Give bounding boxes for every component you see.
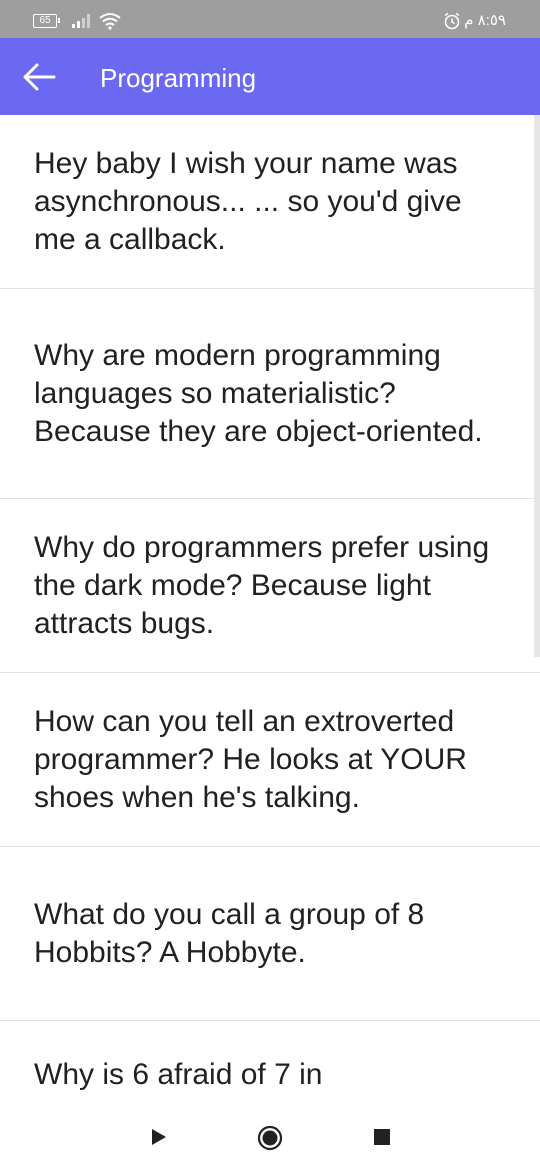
list-item[interactable]: Why do programmers prefer using the dark…: [0, 499, 540, 673]
joke-text: Why do programmers prefer using the dark…: [34, 530, 490, 640]
status-bar: 65 ٨:٥٩ م: [0, 0, 540, 38]
arrow-left-icon[interactable]: [20, 58, 58, 96]
joke-text: Why is 6 afraid of 7 in: [34, 1058, 323, 1091]
joke-text: Why are modern programming languages so …: [34, 338, 483, 448]
battery-icon: 65: [33, 14, 60, 28]
joke-text: How can you tell an extroverted programm…: [34, 704, 467, 814]
back-triangle-icon[interactable]: [150, 1128, 168, 1146]
list-item[interactable]: How can you tell an extroverted programm…: [0, 673, 540, 847]
app-bar: Programming: [0, 38, 540, 115]
status-time: ٨:٥٩ م: [464, 12, 506, 29]
home-circle-icon[interactable]: [257, 1125, 283, 1151]
scrollbar[interactable]: [534, 115, 540, 657]
alarm-icon: [444, 12, 460, 30]
battery-level: 65: [39, 15, 51, 26]
recents-square-icon[interactable]: [374, 1129, 390, 1145]
list-item[interactable]: Why are modern programming languages so …: [0, 289, 540, 499]
joke-text: Hey baby I wish your name was asynchrono…: [34, 146, 462, 256]
list-item[interactable]: What do you call a group of 8 Hobbits? A…: [0, 847, 540, 1021]
page-title: Programming: [100, 63, 257, 93]
navigation-bar: [0, 1103, 540, 1170]
joke-list[interactable]: Hey baby I wish your name was asynchrono…: [0, 115, 540, 1103]
wifi-icon: [99, 13, 121, 30]
joke-text: What do you call a group of 8 Hobbits? A…: [34, 897, 425, 969]
list-item[interactable]: Hey baby I wish your name was asynchrono…: [0, 115, 540, 289]
list-item[interactable]: Why is 6 afraid of 7 in: [0, 1021, 540, 1103]
signal-icon: [72, 14, 90, 28]
